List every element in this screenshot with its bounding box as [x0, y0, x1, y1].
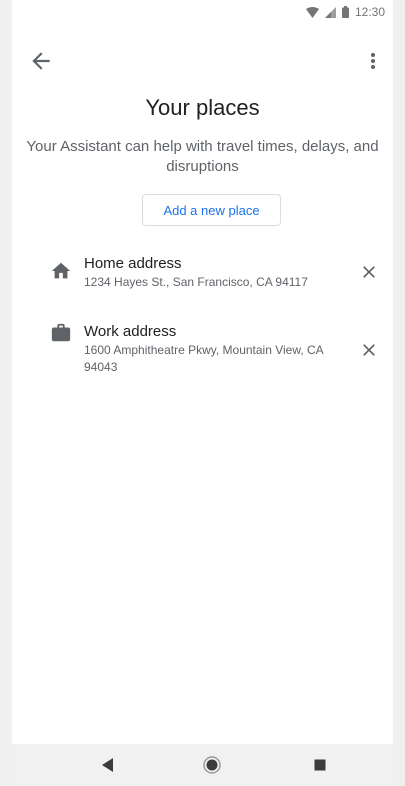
recents-square-icon[interactable]: [310, 755, 330, 775]
close-icon[interactable]: [359, 262, 379, 282]
place-item-work[interactable]: Work address 1600 Amphitheatre Pkwy, Mou…: [12, 322, 393, 380]
place-address: 1600 Amphitheatre Pkwy, Mountain View, C…: [84, 343, 324, 374]
place-title: Work address: [84, 323, 177, 340]
place-text: Work address 1600 Amphitheatre Pkwy, Mou…: [84, 322, 347, 376]
place-text: Home address 1234 Hayes St., San Francis…: [84, 254, 347, 291]
system-nav-bar: [12, 744, 393, 786]
wifi-icon: [305, 6, 319, 18]
home-circle-icon[interactable]: [202, 755, 222, 775]
back-triangle-icon[interactable]: [98, 755, 118, 775]
arrow-back-icon[interactable]: [28, 48, 54, 74]
page-subtitle: Your Assistant can help with travel time…: [26, 138, 379, 175]
place-item-home[interactable]: Home address 1234 Hayes St., San Francis…: [12, 254, 393, 294]
signal-icon: [324, 6, 336, 18]
battery-icon: [341, 6, 349, 18]
app-bar: [12, 44, 393, 80]
close-icon[interactable]: [359, 340, 379, 360]
briefcase-icon: [51, 323, 71, 342]
page-title: Your places: [145, 95, 260, 120]
status-bar: 12:30: [12, 0, 393, 26]
status-icons: 12:30: [305, 5, 385, 19]
place-address: 1234 Hayes St., San Francisco, CA 94117: [84, 275, 308, 289]
app-screen: 12:30 Your places Your Assistant can hel…: [12, 0, 393, 786]
add-new-place-button[interactable]: Add a new place: [142, 194, 281, 226]
more-vert-icon[interactable]: [361, 48, 385, 74]
place-title: Home address: [84, 255, 182, 272]
status-time: 12:30: [354, 5, 385, 19]
home-icon: [51, 262, 71, 279]
